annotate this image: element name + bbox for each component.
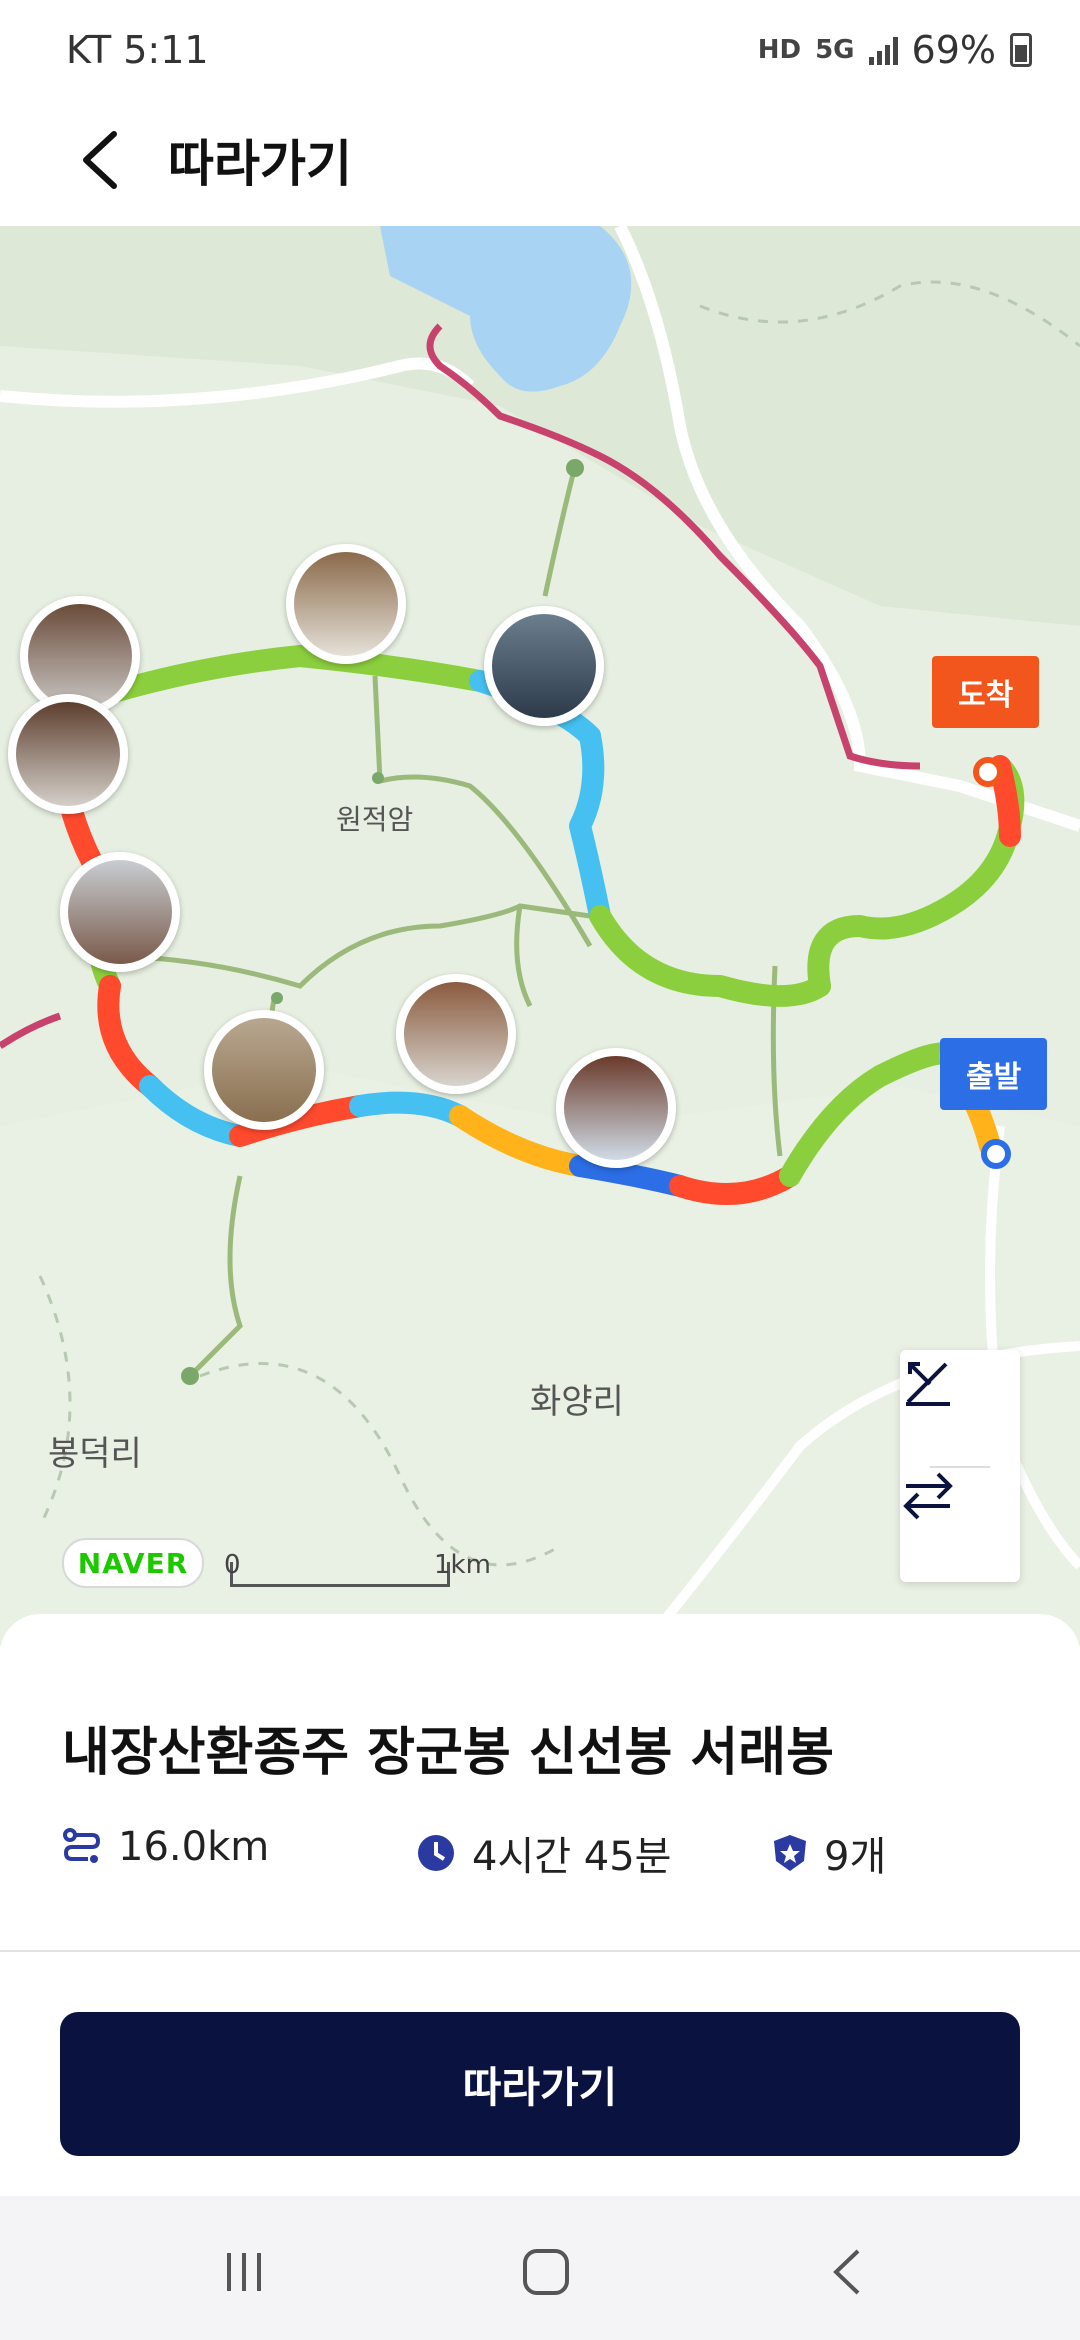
follow-button[interactable]: 따라가기 — [60, 2012, 1020, 2156]
distance-stat: 16.0km — [62, 1824, 269, 1870]
scale-end-label: 1km — [434, 1550, 491, 1580]
map-view[interactable]: 원적암 화양리 봉덕리 도착 출발 NAVER 0 1km — [0, 226, 1080, 1646]
battery-percent: 69% — [911, 28, 996, 72]
photo-marker[interactable] — [286, 544, 406, 664]
hd-icon: HD — [757, 35, 802, 65]
route-icon — [63, 1828, 101, 1863]
back-button[interactable] — [60, 120, 140, 200]
scale-start-label: 0 — [224, 1550, 241, 1580]
photo-marker[interactable] — [484, 606, 604, 726]
recent-apps-icon — [227, 2253, 261, 2291]
page-title: 따라가기 — [168, 135, 352, 193]
map-provider-logo: NAVER — [62, 1538, 204, 1588]
swap-direction-button[interactable] — [900, 1468, 1020, 1580]
map-controls — [900, 1350, 1020, 1582]
distance-value: 16.0km — [118, 1824, 270, 1870]
app-header: 따라가기 — [0, 100, 1080, 226]
status-bar: KT 5:11 HD 5G 69% — [0, 0, 1080, 100]
recent-apps-button[interactable] — [204, 2232, 284, 2312]
photo-marker[interactable] — [8, 694, 128, 814]
status-icons: HD 5G 69% — [758, 28, 1032, 72]
map-scale-bar — [230, 1562, 450, 1587]
network-5g-icon: 5G — [815, 35, 855, 65]
swap-icon — [903, 1472, 953, 1520]
section-divider — [0, 1950, 1080, 1952]
duration-value: 4시간 45분 — [472, 1834, 672, 1880]
depart-pin[interactable]: 출발 — [940, 1038, 1048, 1110]
back-nav-button[interactable] — [808, 2232, 888, 2312]
photo-marker[interactable] — [556, 1048, 676, 1168]
map-place-label: 봉덕리 — [48, 1434, 142, 1474]
badge-star-icon — [774, 1835, 806, 1871]
checkpoints-value: 9개 — [824, 1834, 887, 1880]
slope-toggle-button[interactable] — [900, 1354, 1020, 1466]
route-title: 내장산환종주 장군봉 신선봉 서래봉 — [62, 1723, 834, 1783]
photo-marker[interactable] — [396, 974, 516, 1094]
duration-stat: 4시간 45분 — [416, 1824, 671, 1882]
photo-marker[interactable] — [204, 1010, 324, 1130]
map-place-label: 화양리 — [530, 1382, 624, 1422]
back-icon — [833, 2249, 860, 2295]
slope-icon — [906, 1362, 950, 1406]
route-info-sheet: 내장산환종주 장군봉 신선봉 서래봉 16.0km 4시간 45분 9개 — [0, 1614, 1080, 1954]
home-button[interactable] — [506, 2232, 586, 2312]
checkpoints-stat: 9개 — [772, 1824, 886, 1882]
signal-icon — [868, 35, 898, 65]
system-nav-bar — [0, 2196, 1080, 2340]
clock-icon — [418, 1835, 454, 1871]
photo-marker[interactable] — [60, 852, 180, 972]
home-icon — [523, 2249, 569, 2295]
status-time: KT 5:11 — [66, 28, 209, 72]
chevron-left-icon — [83, 131, 117, 189]
battery-icon — [1010, 33, 1032, 67]
arrive-pin[interactable]: 도착 — [932, 656, 1040, 728]
map-place-label: 원적암 — [336, 803, 414, 836]
